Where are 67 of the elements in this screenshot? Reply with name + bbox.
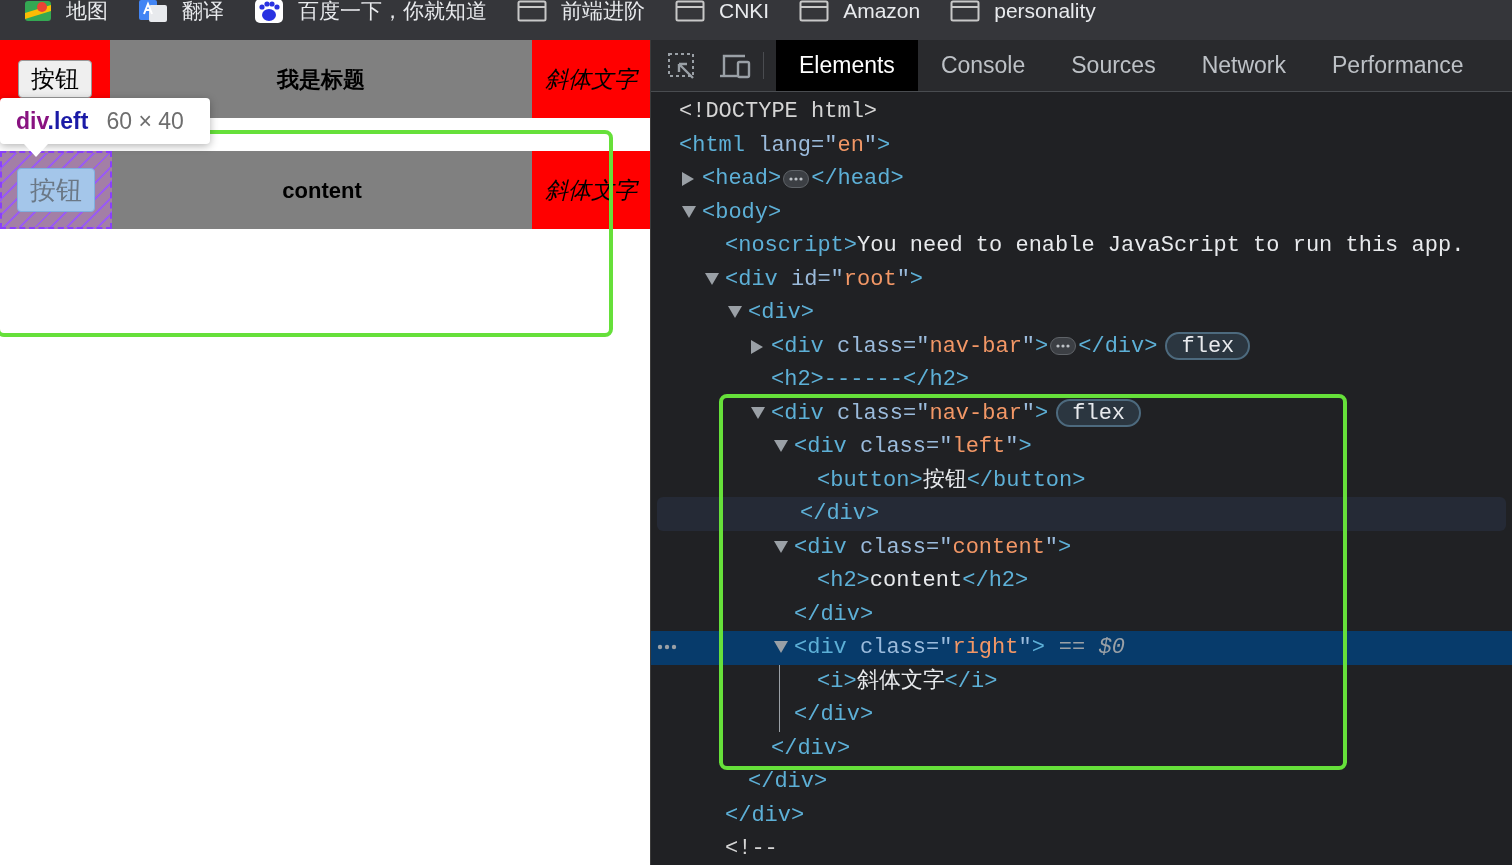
- code-text: <button>按钮</button>: [817, 466, 1086, 495]
- selected-node-row[interactable]: <div class="right"> == $0: [651, 631, 1512, 665]
- device-toggle-icon[interactable]: [719, 52, 751, 79]
- code-text: <html lang="en">: [679, 131, 891, 160]
- bookmark-link[interactable]: 地图: [66, 0, 108, 22]
- disclosure-triangle-icon[interactable]: [682, 205, 696, 218]
- nav-title: content: [112, 151, 532, 229]
- folder-icon: [950, 0, 981, 22]
- inspect-icon[interactable]: [667, 51, 697, 80]
- code-text: <i>斜体文字</i>: [817, 667, 998, 696]
- devtools-tab[interactable]: Sources: [1048, 40, 1179, 91]
- code-text: <div class="right">: [794, 634, 1045, 663]
- code-text: <div class="nav-bar">: [771, 332, 1049, 361]
- layout-badge[interactable]: flex: [1056, 399, 1142, 428]
- disclosure-triangle-icon[interactable]: [728, 306, 742, 318]
- node-reference: == $0: [1058, 634, 1125, 663]
- code-text: </div>: [748, 768, 828, 797]
- bookmark-link[interactable]: 翻译: [182, 0, 224, 22]
- more-icon[interactable]: [657, 644, 677, 650]
- hovered-node-row[interactable]: </div>: [657, 497, 1506, 531]
- bookmark-link[interactable]: CNKI: [719, 0, 770, 22]
- code-text: <h2>------</h2>: [771, 366, 970, 395]
- code-text: </div>: [1078, 332, 1158, 361]
- code-text: </head>: [811, 165, 904, 194]
- code-text: <div class="left">: [794, 433, 1032, 462]
- folder-icon: [517, 0, 547, 22]
- disclosure-triangle-icon[interactable]: [774, 540, 788, 553]
- translate-icon: [138, 0, 168, 23]
- folder-icon: [675, 0, 705, 22]
- disclosure-triangle-icon[interactable]: [751, 406, 765, 419]
- code-text: <div class="content">: [794, 533, 1072, 562]
- code-text: </div>: [725, 801, 805, 830]
- devtools-tab[interactable]: Console: [917, 40, 1049, 91]
- code-text: </div>: [771, 734, 851, 763]
- bookmark-link[interactable]: 百度一下，你就知道: [298, 0, 487, 22]
- disclosure-triangle-icon[interactable]: [705, 272, 719, 285]
- code-text: <head>: [702, 165, 782, 194]
- code-text: </div>: [800, 500, 880, 529]
- bookmark-link[interactable]: personality: [994, 0, 1096, 22]
- code-text: <body>: [702, 198, 782, 227]
- devtools-tab[interactable]: Network: [1178, 40, 1309, 91]
- code-text: <div id="root">: [725, 265, 924, 294]
- code-text: <h2>content</h2>: [817, 567, 1029, 596]
- selector-label: div.left: [16, 106, 89, 136]
- paw-icon: [254, 0, 284, 24]
- collapsed-dots-icon[interactable]: [783, 169, 810, 188]
- code-text: <div>: [748, 299, 814, 328]
- disclosure-triangle-icon[interactable]: [682, 172, 694, 186]
- bookmark-link[interactable]: Amazon: [843, 0, 921, 22]
- italic-text: 斜体文字: [532, 40, 650, 118]
- code-text: </div>: [794, 701, 874, 730]
- bookmark-link[interactable]: 前端进阶: [561, 0, 645, 22]
- folder-icon: [799, 0, 830, 22]
- code-text: <div class="nav-bar">: [771, 399, 1049, 428]
- disclosure-triangle-icon[interactable]: [774, 440, 788, 452]
- layout-badge[interactable]: flex: [1165, 332, 1251, 361]
- map-pin-icon: [24, 0, 52, 23]
- code-text: <noscript>You need to enable JavaScript to run this app.: [725, 232, 1465, 261]
- code-text: <!DOCTYPE html>: [679, 98, 878, 127]
- devtools-tab[interactable]: Elements: [776, 40, 918, 91]
- disclosure-triangle-icon[interactable]: [774, 641, 788, 653]
- devtools-tab[interactable]: Performance: [1309, 40, 1487, 91]
- code-text: </div>: [794, 600, 874, 629]
- collapsed-dots-icon[interactable]: [1050, 337, 1077, 356]
- disclosure-triangle-icon[interactable]: [751, 339, 763, 354]
- code-text: <!--: [725, 835, 778, 864]
- page-button[interactable]: 按钮: [18, 60, 92, 98]
